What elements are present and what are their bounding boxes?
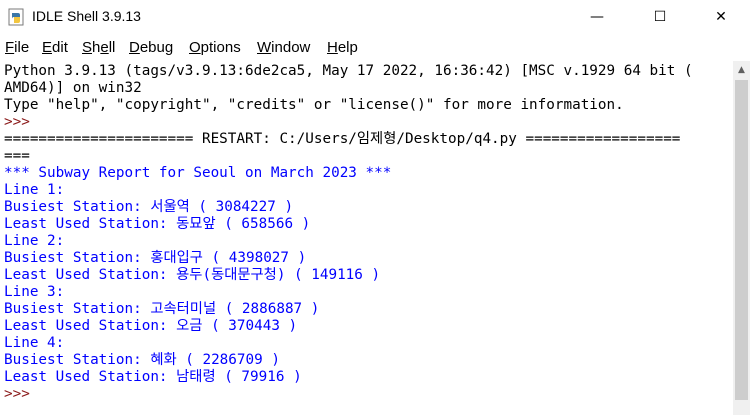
output-line: *** Subway Report for Seoul on March 202…	[4, 165, 392, 181]
menu-options[interactable]: Options	[189, 39, 241, 56]
title-bar: IDLE Shell 3.9.13 — ☐ ✕	[0, 0, 750, 34]
output-line: Least Used Station: 남태령 ( 79916 )	[4, 369, 302, 385]
shell-text-area[interactable]: Python 3.9.13 (tags/v3.9.13:6de2ca5, May…	[0, 61, 733, 415]
console-line: ====================== RESTART: C:/Users…	[4, 131, 681, 147]
output-line: Busiest Station: 홍대입구 ( 4398027 )	[4, 250, 307, 266]
shell-prompt: >>>	[4, 386, 39, 402]
scrollbar-thumb[interactable]	[735, 80, 748, 400]
output-line: Line 1:	[4, 182, 65, 198]
output-line: Line 3:	[4, 284, 65, 300]
minimize-button[interactable]: —	[574, 0, 620, 34]
menu-shell-label-c: ll	[108, 39, 116, 56]
output-line: Least Used Station: 용두(동대문구청) ( 149116 )	[4, 267, 381, 283]
console-line: Python 3.9.13 (tags/v3.9.13:6de2ca5, May…	[4, 63, 693, 79]
output-line: Busiest Station: 혜화 ( 2286709 )	[4, 352, 280, 368]
console-line: Type "help", "copyright", "credits" or "…	[4, 97, 624, 113]
close-icon: ✕	[715, 9, 727, 25]
menu-help[interactable]: Help	[327, 39, 358, 56]
output-line: Least Used Station: 동묘앞 ( 658566 )	[4, 216, 311, 232]
python-idle-icon	[8, 8, 24, 26]
vertical-scrollbar[interactable]: ▲	[733, 61, 750, 415]
output-line: Line 4:	[4, 335, 65, 351]
output-line: Line 2:	[4, 233, 65, 249]
output-line: Busiest Station: 고속터미널 ( 2886887 )	[4, 301, 320, 317]
console-line: ===	[4, 148, 30, 164]
window-title: IDLE Shell 3.9.13	[32, 8, 141, 24]
menu-window[interactable]: Window	[257, 39, 310, 56]
menu-file[interactable]: File	[5, 39, 29, 56]
menu-shell-label-a: Sh	[82, 39, 101, 56]
output-line: Busiest Station: 서울역 ( 3084227 )	[4, 199, 294, 215]
menu-edit[interactable]: Edit	[42, 39, 68, 56]
menu-shell-label-b: e	[100, 39, 109, 56]
menu-debug[interactable]: Debug	[129, 39, 173, 56]
menu-shell[interactable]: Shell	[82, 39, 115, 56]
shell-prompt: >>>	[4, 114, 39, 130]
maximize-icon: ☐	[653, 9, 667, 25]
minimize-icon: —	[590, 9, 604, 25]
scroll-up-icon[interactable]: ▲	[733, 61, 750, 78]
output-line: Least Used Station: 오금 ( 370443 )	[4, 318, 298, 334]
maximize-button[interactable]: ☐	[637, 0, 683, 34]
menu-bar: File Edit Shell Debug Options Window Hel…	[0, 37, 750, 59]
close-button[interactable]: ✕	[698, 0, 744, 34]
console-line: AMD64)] on win32	[4, 80, 142, 96]
